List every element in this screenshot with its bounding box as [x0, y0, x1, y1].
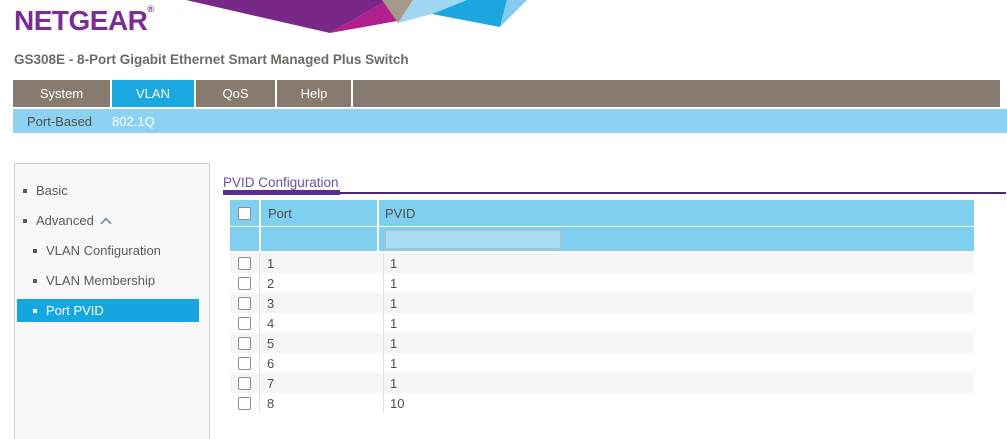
row-checkbox[interactable]	[238, 357, 251, 370]
row-port: 8	[260, 393, 384, 413]
sidebar-item-label: Advanced	[36, 213, 94, 228]
row-checkbox-cell	[230, 393, 260, 413]
column-header-port: Port	[268, 206, 292, 221]
header-checkbox-cell	[230, 200, 259, 226]
column-header-pvid: PVID	[385, 206, 415, 221]
row-pvid: 10	[384, 393, 974, 413]
sidebar-item-vlan-configuration[interactable]: VLAN Configuration	[17, 239, 199, 262]
table-row: 3 1	[230, 293, 974, 313]
device-title: GS308E - 8-Port Gigabit Ethernet Smart M…	[14, 52, 409, 67]
tab-system[interactable]: System	[13, 80, 110, 107]
header-port-cell: Port	[261, 200, 377, 226]
row-checkbox-cell	[230, 273, 260, 293]
sub-nav: Port-Based 802.1Q	[13, 109, 1007, 133]
bullet-icon	[33, 309, 37, 313]
row-checkbox[interactable]	[238, 337, 251, 350]
row-checkbox-cell	[230, 353, 260, 373]
tab-vlan[interactable]: VLAN	[112, 80, 194, 107]
pvid-table: Port PVID 1 1	[230, 200, 974, 413]
subnav-item-8021q[interactable]: 802.1Q	[112, 114, 155, 129]
table-row: 5 1	[230, 333, 974, 353]
sidebar-item-basic[interactable]: Basic	[17, 179, 199, 202]
header-pvid-cell: PVID	[379, 200, 974, 226]
row-checkbox-cell	[230, 293, 260, 313]
main-nav: System VLAN QoS Help	[13, 80, 1000, 107]
row-checkbox[interactable]	[238, 377, 251, 390]
row-checkbox-cell	[230, 373, 260, 393]
row-pvid: 1	[384, 313, 974, 333]
registered-mark: ®	[147, 4, 153, 14]
sidebar-item-label: VLAN Membership	[46, 273, 155, 288]
title-underline-thin	[223, 192, 1006, 194]
nav-filler	[353, 80, 1000, 107]
table-row: 6 1	[230, 353, 974, 373]
row-port: 5	[260, 333, 384, 353]
row-checkbox[interactable]	[238, 257, 251, 270]
row-pvid: 1	[384, 353, 974, 373]
filter-checkbox-cell	[230, 227, 259, 251]
filter-pvid-cell	[379, 227, 974, 251]
sidebar-item-label: VLAN Configuration	[46, 243, 161, 258]
row-port: 3	[260, 293, 384, 313]
netgear-logo: NETGEAR®	[14, 4, 154, 37]
table-row: 1 1	[230, 253, 974, 273]
netgear-logo-text: NETGEAR	[14, 5, 147, 36]
page-title: PVID Configuration	[223, 175, 339, 190]
row-pvid: 1	[384, 293, 974, 313]
sidebar-item-label: Basic	[36, 183, 68, 198]
row-checkbox-cell	[230, 333, 260, 353]
tab-help[interactable]: Help	[277, 80, 351, 107]
filter-port-cell	[261, 227, 377, 251]
tab-qos[interactable]: QoS	[196, 80, 275, 107]
bullet-icon	[23, 189, 27, 193]
row-checkbox[interactable]	[238, 297, 251, 310]
bullet-icon	[23, 219, 27, 223]
table-row: 8 10	[230, 393, 974, 413]
table-row: 7 1	[230, 373, 974, 393]
bullet-icon	[33, 249, 37, 253]
chevron-up-icon	[100, 217, 111, 228]
row-pvid: 1	[384, 373, 974, 393]
sidebar-item-advanced[interactable]: Advanced	[17, 209, 199, 232]
row-checkbox[interactable]	[238, 317, 251, 330]
page: NETGEAR® GS308E - 8-Port Gigabit Etherne…	[0, 0, 1007, 439]
pvid-filter-input[interactable]	[385, 230, 561, 249]
sidebar-item-vlan-membership[interactable]: VLAN Membership	[17, 269, 199, 292]
subnav-item-port-based[interactable]: Port-Based	[27, 114, 92, 129]
bullet-icon	[33, 279, 37, 283]
row-port: 2	[260, 273, 384, 293]
table-row: 2 1	[230, 273, 974, 293]
header-banner-graphic	[170, 0, 530, 33]
row-pvid: 1	[384, 253, 974, 273]
title-underline-thick	[223, 190, 340, 195]
row-port: 1	[260, 253, 384, 273]
row-checkbox[interactable]	[238, 397, 251, 410]
row-checkbox[interactable]	[238, 277, 251, 290]
row-port: 4	[260, 313, 384, 333]
table-filter-row	[230, 227, 974, 251]
row-checkbox-cell	[230, 253, 260, 273]
sidebar-item-label: Port PVID	[46, 303, 104, 318]
row-pvid: 1	[384, 333, 974, 353]
row-port: 6	[260, 353, 384, 373]
table-header-row: Port PVID	[230, 200, 974, 226]
row-checkbox-cell	[230, 313, 260, 333]
sidebar-item-port-pvid[interactable]: Port PVID	[17, 299, 199, 322]
table-row: 4 1	[230, 313, 974, 333]
sidebar: Basic Advanced VLAN Configuration VLAN M…	[14, 163, 210, 439]
table-body: 1 1 2 1 3 1 4 1	[230, 253, 974, 413]
select-all-checkbox[interactable]	[238, 207, 251, 220]
row-pvid: 1	[384, 273, 974, 293]
row-port: 7	[260, 373, 384, 393]
